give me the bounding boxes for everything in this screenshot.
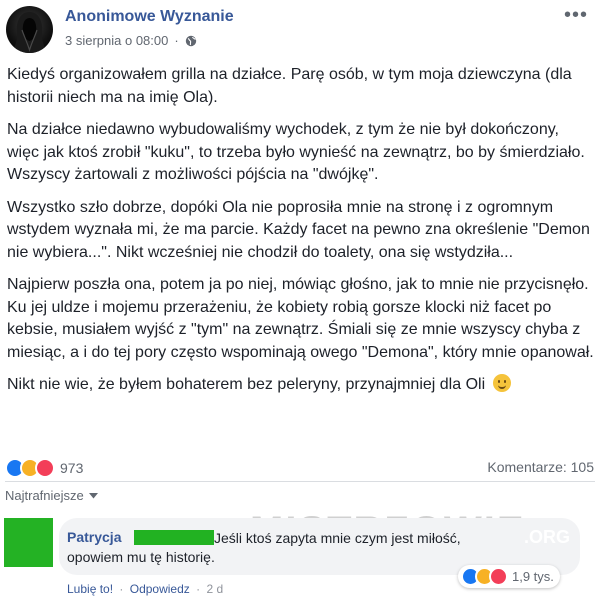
page-name[interactable]: Anonimowe Wyznanie — [65, 8, 234, 26]
post-paragraph-last: Nikt nie wie, że byłem bohaterem bez pel… — [7, 374, 595, 397]
post-paragraph: Wszystko szło dobrze, dopóki Ola nie pop… — [7, 198, 590, 261]
page-avatar[interactable] — [6, 6, 53, 53]
post-body: Kiedyś organizowałem grilla na działce. … — [7, 64, 595, 407]
comment-time[interactable]: 2 d — [206, 582, 223, 596]
more-options-icon[interactable]: ••• — [564, 4, 588, 27]
love-reaction-icon — [489, 567, 508, 586]
comment-like-link[interactable]: Lubię to! — [67, 582, 113, 596]
separator-dot: · — [196, 582, 201, 596]
post-meta: 3 sierpnia o 08:00 · — [65, 33, 197, 48]
watermark-suffix: .ORG — [524, 527, 571, 547]
post-header: Anonimowe Wyznanie 3 sierpnia o 08:00 · … — [0, 0, 600, 60]
comment-reaction-count: 1,9 tys. — [512, 569, 554, 584]
comment-text: Jeśli ktoś zapyta mnie czym jest miłość,… — [67, 530, 461, 565]
smile-emoji-icon — [492, 374, 511, 392]
comment-reply-link[interactable]: Odpowiedz — [130, 582, 190, 596]
post-date[interactable]: 3 sierpnia o 08:00 — [65, 33, 168, 48]
globe-icon — [185, 35, 196, 46]
separator-dot: · — [119, 582, 124, 596]
hooded-figure-icon — [12, 12, 47, 53]
divider — [5, 481, 595, 482]
comment-reactions[interactable]: 1,9 tys. — [458, 565, 560, 588]
redacted-surname — [134, 530, 214, 545]
comment-sort-dropdown[interactable]: Najtrafniejsze — [5, 488, 98, 503]
post-paragraph: Nikt nie wie, że byłem bohaterem bez pel… — [7, 376, 486, 393]
post-paragraph: Kiedyś organizowałem grilla na działce. … — [7, 66, 572, 106]
post-paragraph: Na działce niedawno wybudowaliśmy wychod… — [7, 121, 585, 183]
comment-avatar[interactable] — [4, 518, 53, 567]
reactions-summary[interactable]: 973 — [5, 458, 83, 478]
reaction-count: 973 — [60, 460, 84, 476]
comment-actions: Lubię to! · Odpowiedz · 2 d — [67, 582, 223, 596]
caret-down-icon — [88, 492, 98, 498]
separator-dot: · — [174, 33, 179, 48]
love-reaction-icon — [35, 458, 55, 478]
sort-label: Najtrafniejsze — [5, 488, 84, 503]
comment-author[interactable]: Patrycja — [67, 529, 121, 545]
comments-count-link[interactable]: Komentarze: 105 — [487, 459, 594, 475]
post-paragraph: Najpierw poszła ona, potem ja po niej, m… — [7, 276, 594, 361]
